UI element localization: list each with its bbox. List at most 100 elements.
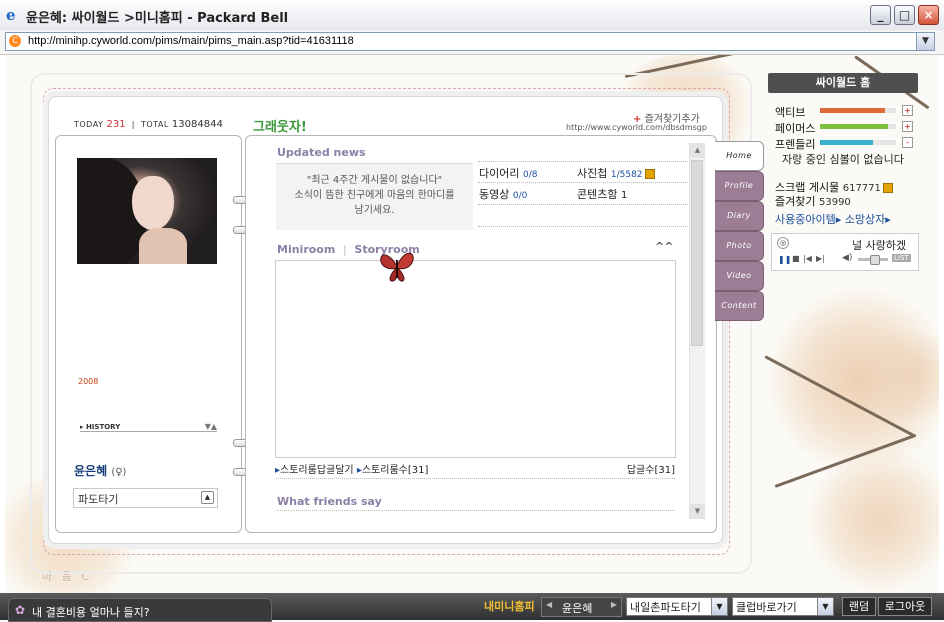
url-field[interactable]: C http://minihp.cyworld.com/pims/main/pi… <box>5 32 935 51</box>
item-links: 사용중아이템▸ 소망상자▸ <box>775 213 891 226</box>
dropdown-arrow-icon[interactable]: ▼ <box>817 598 833 615</box>
today-count: 231 <box>106 119 126 130</box>
homepage-title: 그래웃자! <box>253 120 307 135</box>
url-text: http://minihp.cyworld.com/pims/main/pims… <box>28 35 354 47</box>
volume-icon: ◀) <box>842 253 853 263</box>
history-toggle[interactable]: ▸ HISTORY ▼▲ <box>80 422 217 432</box>
room-links: ▸스토리룸답글달기 ▸스토리룸수[31] 답글수[31] <box>275 461 675 476</box>
ie-logo-icon: e <box>6 6 16 24</box>
diary-stat-label: 다이어리 <box>479 167 520 180</box>
owner-nav: ◀ 윤은혜 ▶ <box>541 597 622 617</box>
next-icon[interactable]: ▶| <box>816 254 825 263</box>
scroll-thumb[interactable] <box>691 160 703 346</box>
my-minihp-link[interactable]: 내미니홈피 <box>484 598 535 614</box>
update-msg-line3: 남기세요. <box>354 205 395 216</box>
bgm-title: 널 사랑하겠 <box>852 239 907 252</box>
stat-active: 액티브 + <box>768 104 920 119</box>
tab-home[interactable]: Home <box>715 141 764 171</box>
volume-handle[interactable] <box>870 255 880 265</box>
ad-message[interactable]: ✿ 내 결혼비용 얼마나 들지? <box>8 598 272 622</box>
bgm-list-button[interactable]: LIST <box>892 254 911 262</box>
photo-stat-value: 1/5582 <box>610 170 643 180</box>
tab-video[interactable]: Video <box>715 261 764 291</box>
prev-owner-icon[interactable]: ◀ <box>546 600 552 609</box>
page-scrollbar[interactable]: ▲ ▼ <box>689 143 705 519</box>
url-dropdown-icon[interactable]: ▼ <box>916 33 934 50</box>
stat-label: 페이머스 <box>775 122 816 135</box>
counter-separator: | <box>131 120 135 129</box>
next-owner-icon[interactable]: ▶ <box>611 600 617 609</box>
minimize-button[interactable]: _ <box>870 5 891 25</box>
photo-stat-label: 사진첩 <box>577 167 608 180</box>
video-stat[interactable]: 동영상 0/0 <box>479 186 527 202</box>
wish-box-link[interactable]: 소망상자 <box>845 213 885 226</box>
minimize-icon: _ <box>877 8 884 22</box>
diary-stat[interactable]: 다이어리 0/8 <box>479 165 537 181</box>
update-msg-line2: 소식이 뜸한 친구에게 마음의 한마디를 <box>294 190 455 201</box>
ilchon-wave-select[interactable]: 내일촌파도타기 ▼ <box>626 597 728 616</box>
stat-friendly: 프렌들리 - <box>768 136 920 151</box>
maximize-button[interactable]: □ <box>894 5 915 25</box>
divider <box>276 510 675 511</box>
homepage-url[interactable]: http://www.cyworld.com/dbsdmsgp <box>566 123 707 132</box>
stop-icon[interactable]: ■ <box>792 254 800 263</box>
collapse-toggle[interactable]: ^^ <box>655 240 673 253</box>
tab-profile[interactable]: Profile <box>715 171 764 201</box>
tab-diary[interactable]: Diary <box>715 201 764 231</box>
updated-news-box: "최근 4주간 게시물이 없습니다" 소식이 뜸한 친구에게 마음의 한마디를 … <box>276 163 473 230</box>
storyroom-reply-link[interactable]: 스토리룸답글달기 <box>280 465 354 476</box>
club-select-value: 클럽바로가기 <box>736 601 797 614</box>
photo-neck <box>139 228 187 264</box>
logout-button[interactable]: 로그아웃 <box>878 597 932 616</box>
content-stat[interactable]: 콘텐츠함 1 <box>577 186 627 202</box>
content-stat-label: 콘텐츠함 <box>577 188 618 201</box>
storyroom-count-link[interactable]: 스토리룸수[31] <box>362 465 429 476</box>
stat-famous: 페이머스 + <box>768 120 920 135</box>
divider <box>478 226 688 227</box>
maximize-icon: □ <box>898 8 911 22</box>
updated-news-title: Updated news <box>277 146 366 159</box>
today-label: TODAY <box>74 120 104 129</box>
stat-bar-fill <box>820 108 885 113</box>
ilchon-wave-value: 내일촌파도타기 <box>630 601 701 614</box>
bgm-settings-icon[interactable]: ◎ <box>777 237 789 249</box>
volume-slider[interactable] <box>858 255 888 265</box>
prev-icon[interactable]: |◀ <box>803 254 812 263</box>
stat-indicator: - <box>902 137 913 148</box>
wave-select[interactable]: 파도타기 ▲ <box>73 488 218 508</box>
favorite-label: 즐겨찾기 <box>775 195 816 208</box>
profile-photo <box>77 158 217 264</box>
owner-name: 윤은혜 (♀) <box>74 462 126 479</box>
scroll-down-icon[interactable]: ▼ <box>690 504 705 519</box>
tab-photo[interactable]: Photo <box>715 231 764 261</box>
new-badge-icon <box>882 183 893 193</box>
dropdown-arrow-icon[interactable]: ▼ <box>711 598 727 615</box>
profile-year: 2008 <box>78 377 99 386</box>
club-select[interactable]: 클럽바로가기 ▼ <box>732 597 834 616</box>
random-button[interactable]: 랜덤 <box>842 597 876 616</box>
pause-icon[interactable]: ❚❚ <box>778 255 791 264</box>
divider <box>478 204 688 205</box>
items-in-use-link[interactable]: 사용중아이템 <box>775 213 836 226</box>
divider <box>478 182 688 183</box>
history-label: HISTORY <box>85 423 121 431</box>
tab-content[interactable]: Content <box>715 291 764 321</box>
miniroom-tab[interactable]: Miniroom <box>277 243 335 256</box>
photo-stat[interactable]: 사진첩 1/5582 <box>577 165 655 181</box>
select-arrow-icon[interactable]: ▲ <box>201 491 214 504</box>
video-stat-value: 0/0 <box>512 191 528 201</box>
reply-count: 답글수[31] <box>626 465 675 476</box>
history-arrows-icon[interactable]: ▼▲ <box>205 422 217 431</box>
scroll-up-icon[interactable]: ▲ <box>690 143 705 158</box>
close-button[interactable]: × <box>918 5 939 25</box>
favorite-count[interactable]: 즐겨찾기 53990 <box>775 193 915 209</box>
owner-name-text: 윤은혜 <box>74 464 108 478</box>
favorite-value: 53990 <box>818 197 851 208</box>
flower-icon: ✿ <box>15 603 26 617</box>
stat-indicator: + <box>902 121 913 132</box>
stat-bar-fill <box>820 124 889 129</box>
close-icon: × <box>923 8 934 22</box>
cyworld-home-button[interactable]: 싸이월드 홈 <box>768 73 918 93</box>
diary-stat-value: 0/8 <box>522 170 538 180</box>
stat-bar <box>820 124 896 129</box>
